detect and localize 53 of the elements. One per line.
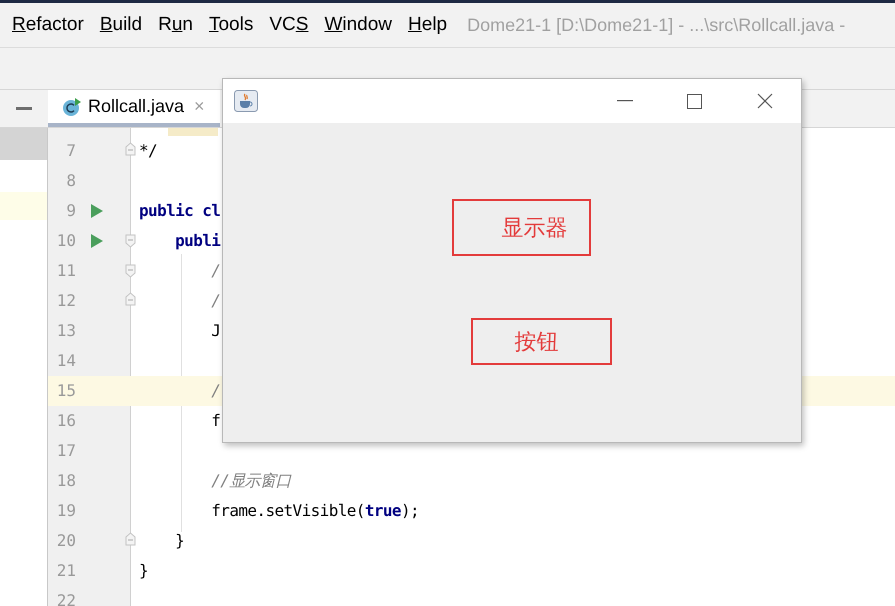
line-number: 9 (65, 200, 76, 222)
code-line: / (210, 260, 220, 282)
code-line: f (210, 410, 220, 432)
line-number: 16 (56, 410, 76, 432)
fold-icon[interactable] (125, 532, 136, 546)
class-file-icon (62, 96, 82, 116)
menu-item[interactable]: Window (316, 10, 400, 40)
window-title: Dome21-1 [D:\Dome21-1] - ...\src\Rollcall.java - (467, 14, 846, 37)
line-number: 14 (56, 350, 76, 372)
line-number: 19 (56, 500, 76, 522)
code-line: */ (139, 140, 158, 162)
line-number: 10 (56, 230, 76, 252)
line-number: 8 (65, 170, 76, 192)
line-number: 22 (56, 590, 76, 606)
menu-item[interactable]: Help (400, 10, 456, 40)
line-number: 17 (56, 440, 76, 462)
fold-icon[interactable] (125, 234, 136, 248)
line-number: 7 (65, 140, 76, 162)
menu-item[interactable]: Run (150, 10, 201, 40)
line-number: 11 (56, 260, 76, 282)
menu-item[interactable]: Refactor (4, 10, 92, 40)
minimize-icon[interactable] (617, 100, 633, 102)
code-line: J (210, 320, 220, 342)
code-line: / (210, 380, 220, 402)
run-icon[interactable] (91, 234, 103, 248)
line-number: 12 (56, 290, 76, 312)
frame-label: 显示器 (452, 199, 590, 256)
code-line: } (174, 530, 184, 552)
tab-label: Rollcall.java (88, 95, 184, 118)
fold-icon[interactable] (125, 264, 136, 278)
maximize-icon[interactable] (687, 94, 702, 108)
line-number: 15 (56, 380, 76, 402)
line-number: 21 (56, 560, 76, 582)
fold-icon[interactable] (125, 292, 136, 306)
line-number: 18 (56, 470, 76, 492)
menu-item[interactable]: Build (92, 10, 150, 40)
code-line: public cl (139, 200, 220, 222)
menu-item[interactable]: VCS (261, 10, 316, 40)
java-cup-icon (234, 90, 258, 112)
line-number: 20 (56, 530, 76, 552)
fold-icon[interactable] (125, 142, 136, 156)
code-line: / (210, 290, 220, 312)
code-line: publi (174, 230, 220, 252)
menu-item[interactable]: Tools (200, 10, 262, 40)
frame-button[interactable]: 按钮 (470, 318, 612, 365)
code-line: } (139, 560, 148, 582)
editor-tab[interactable]: Rollcall.java × (48, 90, 220, 127)
code-line: frame.setVisible(true); (210, 500, 420, 522)
run-icon[interactable] (91, 204, 103, 218)
close-icon[interactable] (757, 93, 773, 109)
line-number: 13 (56, 320, 76, 342)
highlight-marker (168, 128, 218, 136)
code-line: //显示窗口 (210, 470, 291, 492)
